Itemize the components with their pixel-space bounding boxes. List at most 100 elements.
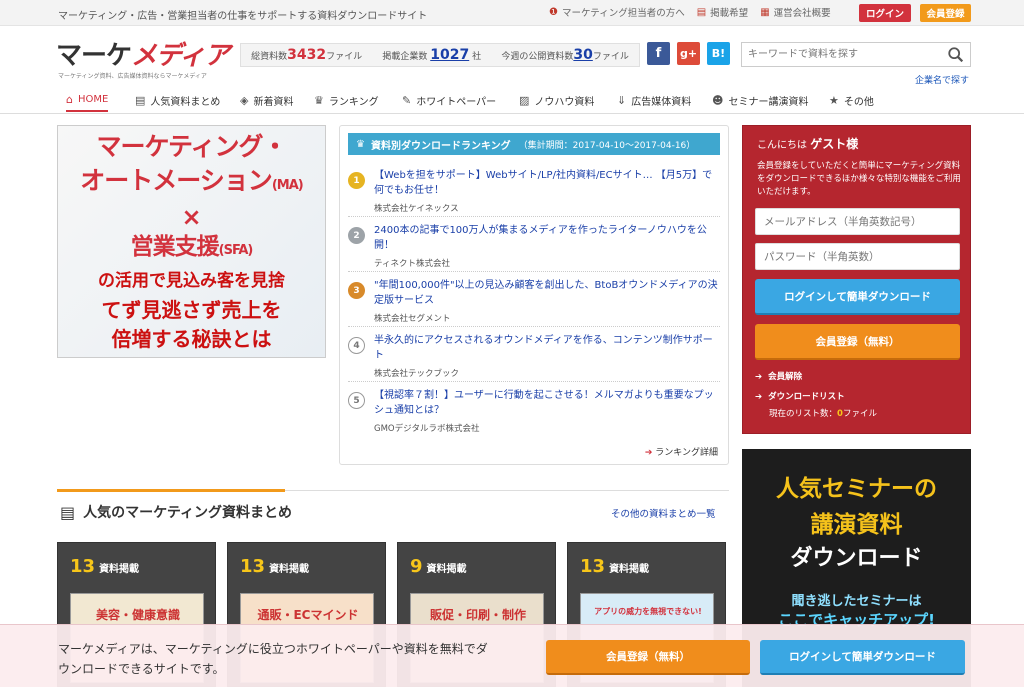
login-button[interactable]: ログインして簡単ダウンロード [755,279,960,315]
site-logo[interactable]: マーケメディア [56,35,230,72]
cancel-membership-link[interactable]: ➔ 会員解除 [755,370,802,382]
ranking-header: ♛ 資料別ダウンロードランキング （集計期間：2017-04-10〜2017-0… [348,133,720,155]
header: マーケメディア マーケティング資料、広告媒体資料ならマーケメディア 総資料数34… [0,26,1024,88]
document-icon: ▤ [60,502,76,522]
seminar-line3: ダウンロード [790,546,923,571]
nav-whitepaper[interactable]: ✎ ホワイトペーパー [402,88,496,112]
top-register-button[interactable]: 会員登録 [920,4,971,22]
password-field[interactable] [755,243,960,270]
ranking-item-company: 株式会社ケイネックス [374,204,459,214]
ranking-item-title[interactable]: 【Webを担をサポート】Webサイト/LP/社内資料/ECサイト… 【月5万】で… [374,168,722,198]
section-divider [57,489,729,492]
arrow-right-icon: ➔ [755,392,763,402]
card-count: 13 資料掲載 [580,556,650,577]
weekly-stat: 今週の公開資料数30ファイル [501,47,629,63]
download-icon: ⇓ [617,93,627,107]
nav-ranking[interactable]: ♛ ランキング [314,88,379,112]
pencil-icon: ✎ [402,93,412,107]
info-icon: ❶ [549,6,558,18]
chart-icon: ▨ [519,93,530,107]
banner-line4: の活用で見込み客を見捨 [98,271,285,291]
nav-knowhow[interactable]: ▨ ノウハウ資料 [519,88,594,112]
more-summaries-link[interactable]: その他の資料まとめ一覧 [611,506,716,520]
arrow-right-icon: ➔ [755,372,763,382]
silver-medal-icon: 2 [348,227,365,244]
companies-stat: 掲載企業数 1027 社 [382,47,482,63]
site-stats: 総資料数3432ファイル 掲載企業数 1027 社 今週の公開資料数30ファイル [240,43,640,67]
signup-overlay: マーケメディアは、マーケティングに役立つホワイトペーパーや資料を無料でダウンロー… [0,624,1024,687]
search-input[interactable] [742,43,942,66]
crown-icon: ♛ [314,93,324,107]
register-button[interactable]: 会員登録（無料） [755,324,960,360]
main-nav: ⌂ HOME ▤ 人気資料まとめ ◈ 新着資料 ♛ ランキング ✎ ホワイトペーパー ▨ ノ… [0,88,1024,114]
people-icon: ☻ [712,93,724,107]
company-search-link[interactable]: 企業名で探す [915,73,969,86]
banner-line5: てず見逃さず売上を [101,298,282,322]
listing-request-link[interactable]: ▤ 掲載希望 [696,5,748,20]
login-description: 会員登録をしていただくと簡単にマーケティング資料をダウンロードできるほか様々な特… [757,161,961,197]
google-plus-icon: g+ [679,47,698,60]
download-list-count: 現在のリスト数：0ファイル [769,409,877,419]
nav-new[interactable]: ◈ 新着資料 [240,88,293,112]
site-tagline: マーケティング・広告・営業担当者の仕事をサポートする資料ダウンロードサイト [58,11,428,22]
ranking-item-title[interactable]: 2400本の記事で100万人が集まるメディアを作ったライターノウハウを公開！ [374,223,722,253]
ranking-detail-link[interactable]: ➔ ランキング詳細 [645,445,718,458]
company-info-link[interactable]: ▦ 運営会社概要 [760,5,830,20]
marketer-link[interactable]: ❶ マーケティング担当者の方へ [549,5,685,20]
download-ranking: ♛ 資料別ダウンロードランキング （集計期間：2017-04-10〜2017-0… [339,125,729,465]
ranking-item[interactable]: 2 2400本の記事で100万人が集まるメディアを作ったライターノウハウを公開！… [348,219,720,272]
stack-icon: ◈ [240,93,249,107]
download-list-link[interactable]: ➔ ダウンロードリスト [755,390,845,402]
nav-media[interactable]: ⇓ 広告媒体資料 [617,88,691,112]
overlay-login-button[interactable]: ログインして簡単ダウンロード [760,640,965,675]
overlay-register-button[interactable]: 会員登録（無料） [546,640,750,675]
document-icon: ▤ [135,93,146,107]
crown-icon: ♛ [356,138,365,150]
hatena-bookmark-icon: B! [711,47,726,60]
ranking-item-title[interactable]: 半永久的にアクセスされるオウンドメディアを作る、コンテンツ制作サポート [374,333,722,363]
ranking-item-company: 株式会社テックブック [374,369,460,379]
card-count: 13 資料掲載 [70,556,140,577]
logo-subtitle: マーケティング資料、広告媒体資料ならマーケメディア [58,73,207,80]
nav-popular[interactable]: ▤ 人気資料まとめ [135,88,220,112]
star-icon: ★ [829,93,839,107]
arrow-right-icon: ➔ [644,448,653,458]
bronze-medal-icon: 3 [348,282,365,299]
section-title: ▤ 人気のマーケティング資料まとめ [60,502,293,522]
ranking-item-title[interactable]: 【視認率７割！】ユーザーに行動を起こさせる！メルマガよりも重要なプッシュ通知とは… [374,388,722,418]
banner-line6: 倍増する秘訣とは [111,327,272,351]
ranking-item[interactable]: 5 【視認率７割！】ユーザーに行動を起こさせる！メルマガよりも重要なプッシュ通知… [348,384,720,437]
nav-other[interactable]: ★ その他 [829,88,874,112]
greeting: こんにちは ゲスト様 [757,137,859,151]
card-count: 9 資料掲載 [410,556,467,577]
ma-sfa-banner[interactable]: マーケティング・ オートメーション(MA) × 営業支援(SFA) の活用で見込… [57,125,326,358]
nav-home[interactable]: ⌂ HOME [66,88,109,112]
banner-cross: × [181,203,202,231]
ranking-item-company: ティネクト株式会社 [374,259,450,269]
login-panel: こんにちは ゲスト様 会員登録をしていただくと簡単にマーケティング資料をダウンロ… [742,125,971,434]
ranking-item-company: 株式会社セグメント [374,314,451,324]
gold-medal-icon: 1 [348,172,365,189]
ranking-item[interactable]: 4 半永久的にアクセスされるオウンドメディアを作る、コンテンツ制作サポート 株式… [348,329,720,382]
overlay-message: マーケメディアは、マーケティングに役立つホワイトペーパーや資料を無料でダウンロー… [58,642,488,676]
seminar-line1: 人気セミナーの 講演資料 [776,476,937,538]
top-login-button[interactable]: ログイン [859,4,911,22]
ranking-item[interactable]: 3 "年間100,000件"以上の見込み顧客を創出した、BtoBオウンドメディア… [348,274,720,327]
ranking-item[interactable]: 1 【Webを担をサポート】Webサイト/LP/社内資料/ECサイト… 【月5万… [348,164,720,217]
rank-five-icon: 5 [348,392,365,409]
book-icon: ▤ [696,6,707,18]
google-share-button[interactable]: g+ [677,42,700,65]
rank-four-icon: 4 [348,337,365,354]
email-field[interactable] [755,208,960,235]
total-docs-stat: 総資料数3432ファイル [251,47,363,63]
facebook-icon: f [655,46,662,61]
facebook-share-button[interactable]: f [647,42,670,65]
top-links: ❶ マーケティング担当者の方へ ▤ 掲載希望 ▦ 運営会社概要 [549,5,843,20]
card-count: 13 資料掲載 [240,556,310,577]
banner-line2: オートメーション(MA) [80,166,303,195]
nav-seminar[interactable]: ☻ セミナー講演資料 [712,88,808,112]
hatena-share-button[interactable]: B! [707,42,730,65]
ranking-item-title[interactable]: "年間100,000件"以上の見込み顧客を創出した、BtoBオウンドメディアの決… [374,278,722,308]
search-icon[interactable] [947,46,965,64]
banner-line1: マーケティング・ [96,132,287,161]
